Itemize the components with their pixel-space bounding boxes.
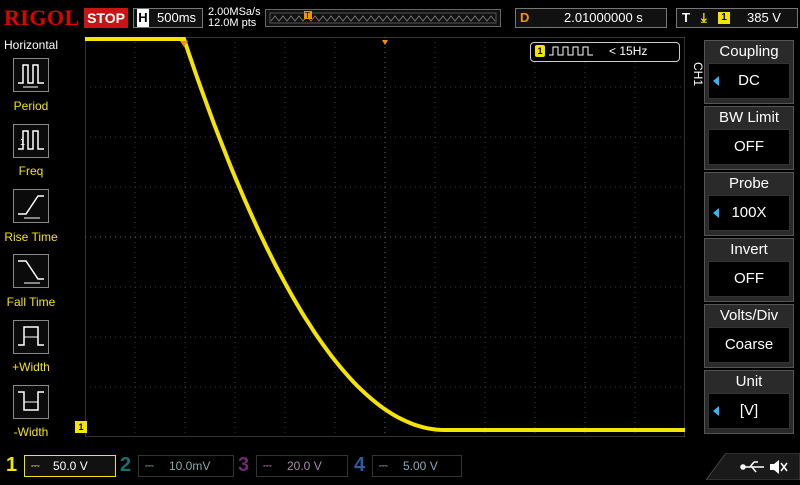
left-arrow-icon	[713, 76, 719, 86]
delay-value: 2.01000000 s	[564, 10, 643, 25]
freq-label: Freq	[18, 164, 44, 178]
rise-time-label: Rise Time	[4, 230, 58, 244]
ch1-scale-box[interactable]: ⎓ 50.0 V	[24, 455, 116, 477]
trigger-display[interactable]: T ⤓ 1 385 V	[676, 8, 798, 28]
bw-limit-menu[interactable]: BW Limit OFF	[704, 106, 794, 170]
fall-time-icon	[18, 260, 44, 284]
svg-text:T: T	[305, 11, 310, 20]
fall-time-button[interactable]	[13, 254, 49, 288]
ch3-scale: 20.0 V	[287, 459, 322, 473]
panel-title: Horizontal	[3, 38, 59, 52]
bw-limit-value: OFF	[734, 138, 764, 155]
memory-waveform-preview: T	[269, 11, 497, 24]
rise-time-button[interactable]	[13, 189, 49, 223]
ch2-scale-box[interactable]: ⎓ 10.0mV	[138, 455, 234, 477]
ch3-scale-box[interactable]: ⎓ 20.0 V	[256, 455, 348, 477]
ch1-number[interactable]: 1	[6, 452, 17, 478]
unit-menu[interactable]: Unit [V]	[704, 370, 794, 434]
unit-value: [V]	[739, 402, 759, 419]
negative-width-label: -Width	[13, 425, 49, 439]
dc-coupling-icon: ⎓	[31, 460, 40, 472]
volts-div-title: Volts/Div	[719, 307, 779, 324]
period-button[interactable]	[13, 58, 49, 92]
horizontal-key: H	[137, 9, 149, 27]
ch1-ground-marker[interactable]: 1	[75, 421, 87, 433]
coupling-value-box: DC	[708, 63, 790, 99]
run-stop-status[interactable]: STOP	[84, 8, 128, 28]
invert-title: Invert	[730, 241, 768, 258]
positive-width-button[interactable]	[13, 320, 49, 354]
positive-width-label: +Width	[12, 360, 50, 374]
frequency-value: < 15Hz	[609, 44, 648, 58]
falling-edge-icon: ⤓	[701, 10, 707, 25]
square-wave-icon	[549, 46, 593, 56]
timebase-value: 500ms	[157, 10, 197, 25]
coupling-title: Coupling	[719, 43, 779, 60]
memory-depth: 12.0M pts	[208, 17, 257, 29]
waveform-display[interactable]	[85, 37, 685, 437]
channel-tab: CH1	[688, 37, 705, 137]
delay-key: D	[520, 10, 530, 25]
negative-width-button[interactable]	[13, 385, 49, 419]
volts-div-value-box: Coarse	[708, 327, 790, 363]
probe-menu[interactable]: Probe 100X	[704, 172, 794, 236]
rise-time-icon	[18, 195, 44, 219]
volts-div-value: Coarse	[724, 336, 774, 353]
trigger-channel-badge: 1	[718, 12, 730, 24]
dc-coupling-icon: ⎓	[263, 460, 272, 472]
invert-menu[interactable]: Invert OFF	[704, 238, 794, 302]
horizontal-timebase[interactable]: H 500ms	[133, 8, 203, 28]
status-icons-svg	[705, 452, 800, 481]
dc-coupling-icon: ⎓	[145, 460, 154, 472]
coupling-value: DC	[738, 72, 760, 89]
left-arrow-icon	[713, 208, 719, 218]
ch4-scale: 5.00 V	[403, 459, 438, 473]
trigger-key: T	[682, 10, 690, 25]
positive-width-icon	[18, 326, 44, 346]
svg-text:1: 1	[20, 137, 25, 147]
invert-value: OFF	[734, 270, 764, 287]
negative-width-icon	[18, 391, 44, 411]
period-icon	[18, 64, 44, 88]
frequency-counter: 1 < 15Hz	[530, 42, 680, 62]
bw-limit-value-box: OFF	[708, 129, 790, 165]
ch2-number[interactable]: 2	[120, 452, 131, 478]
counter-channel-badge: 1	[535, 45, 545, 57]
probe-title: Probe	[728, 175, 770, 192]
acquisition-info: 2.00MSa/s 12.0M pts	[208, 7, 261, 29]
dc-coupling-icon: ⎓	[379, 460, 388, 472]
ch4-scale-box[interactable]: ⎓ 5.00 V	[372, 455, 462, 477]
invert-value-box: OFF	[708, 261, 790, 297]
probe-value: 100X	[731, 204, 767, 221]
trigger-level: 385 V	[747, 10, 781, 25]
bw-limit-title: BW Limit	[719, 109, 779, 126]
left-arrow-icon	[713, 406, 719, 416]
ch2-scale: 10.0mV	[169, 459, 211, 473]
memory-overview-strip[interactable]: T	[265, 9, 501, 27]
status-icons	[705, 452, 800, 481]
unit-title: Unit	[735, 373, 763, 390]
probe-value-box: 100X	[708, 195, 790, 231]
freq-button[interactable]: 1	[13, 124, 49, 158]
brand-logo: RIGOL	[4, 5, 80, 30]
coupling-menu[interactable]: Coupling DC	[704, 40, 794, 104]
delay-display[interactable]: D 2.01000000 s	[515, 8, 667, 28]
period-label: Period	[13, 99, 49, 113]
ch4-number[interactable]: 4	[354, 452, 365, 478]
unit-value-box: [V]	[708, 393, 790, 429]
fall-time-label: Fall Time	[6, 295, 56, 309]
ch3-number[interactable]: 3	[238, 452, 249, 478]
frequency-icon: 1	[18, 130, 44, 150]
volts-div-menu[interactable]: Volts/Div Coarse	[704, 304, 794, 368]
ch1-scale: 50.0 V	[53, 459, 88, 473]
